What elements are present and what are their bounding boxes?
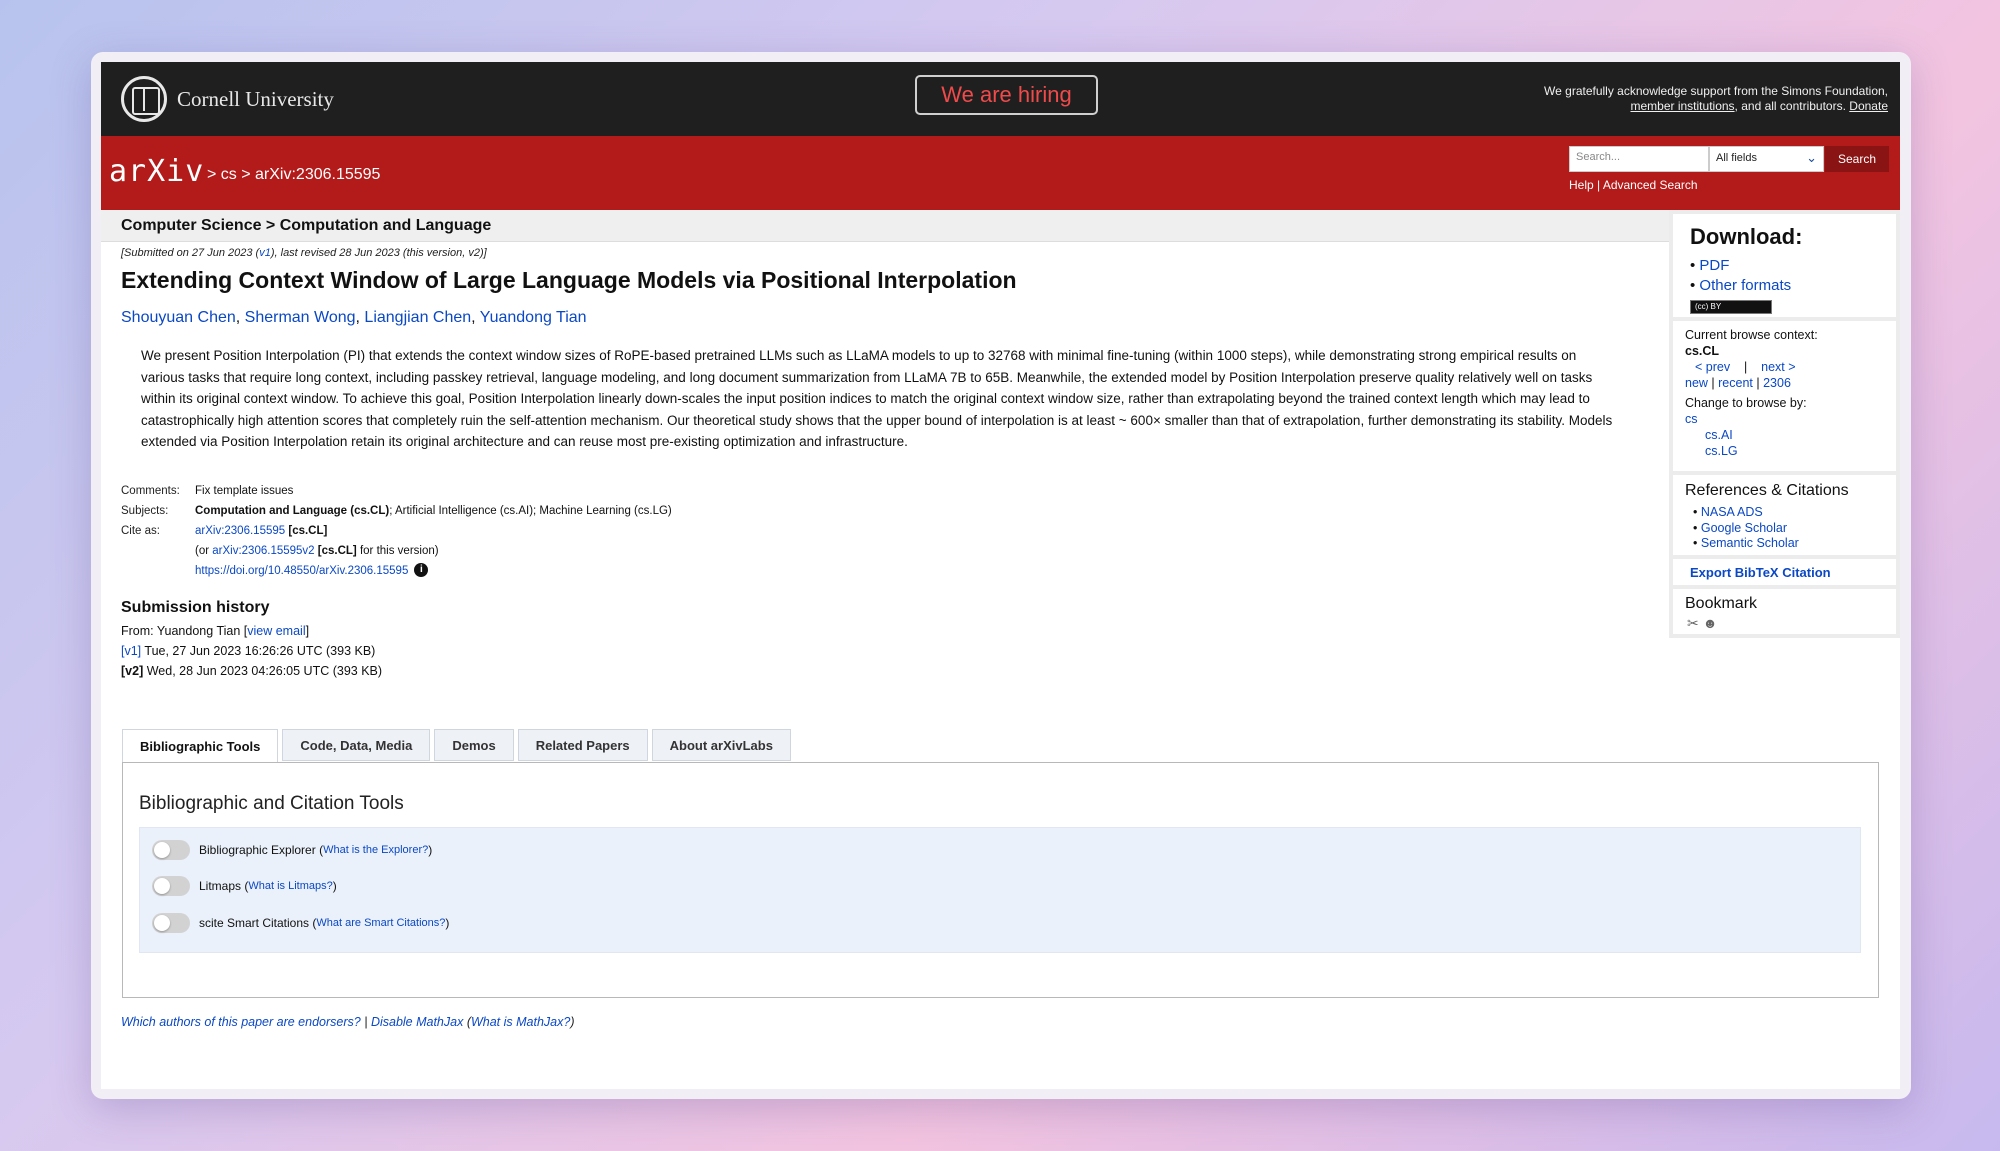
tab-panel: Bibliographic and Citation Tools Bibliog… <box>122 762 1879 998</box>
scite-toggle[interactable] <box>152 913 190 933</box>
what-is-mathjax-link[interactable]: What is MathJax? <box>471 1015 570 1029</box>
toggle-row-explorer: Bibliographic Explorer (What is the Expl… <box>152 840 432 860</box>
view-email-link[interactable]: view email <box>247 624 305 638</box>
browse-cs-lg-link[interactable]: cs.LG <box>1705 444 1738 458</box>
arxiv-logo[interactable]: arXiv <box>109 154 204 189</box>
search-links: Help | Advanced Search <box>1569 178 1698 192</box>
search-field-select[interactable]: All fields ⌄ <box>1709 146 1824 172</box>
new-link[interactable]: new <box>1685 376 1708 390</box>
export-bibtex-link[interactable]: Export BibTeX Citation <box>1690 565 1831 580</box>
comments-label: Comments: <box>121 484 180 497</box>
dateline-v1-link[interactable]: v1 <box>259 247 271 259</box>
cornell-seal-icon <box>121 76 167 122</box>
bibliographic-explorer-toggle[interactable] <box>152 840 190 860</box>
tab-about-arxivlabs[interactable]: About arXivLabs <box>651 729 791 761</box>
recent-link[interactable]: recent <box>1718 376 1753 390</box>
labs-tabs: Bibliographic Tools Code, Data, Media De… <box>122 729 791 763</box>
author-list: Shouyuan Chen, Sherman Wong, Liangjian C… <box>121 309 587 326</box>
author-link[interactable]: Sherman Wong <box>245 309 356 326</box>
what-is-litmaps-link[interactable]: What is Litmaps? <box>248 880 332 892</box>
pdf-link[interactable]: PDF <box>1699 257 1729 274</box>
references-title: References & Citations <box>1685 482 1849 499</box>
toggle-row-litmaps: Litmaps (What is Litmaps?) <box>152 876 337 896</box>
browse-cs-link[interactable]: cs <box>1685 412 1698 426</box>
search-button[interactable]: Search <box>1825 146 1889 172</box>
paper-title: Extending Context Window of Large Langua… <box>121 267 1017 293</box>
panel-title: Bibliographic and Citation Tools <box>139 793 404 814</box>
google-scholar-link[interactable]: Google Scholar <box>1701 521 1787 535</box>
bookmark-box: Bookmark ✂ ☻ <box>1673 589 1896 634</box>
comments-value: Fix template issues <box>195 484 294 497</box>
month-link[interactable]: 2306 <box>1763 376 1791 390</box>
endorsers-link[interactable]: Which authors of this paper are endorser… <box>121 1015 361 1029</box>
disable-mathjax-link[interactable]: Disable MathJax <box>371 1015 463 1029</box>
cite-v2-link[interactable]: arXiv:2306.15595v2 <box>212 545 314 557</box>
arxiv-header: arXiv > cs > arXiv:2306.15595 Search... … <box>101 136 1900 210</box>
donate-link[interactable]: Donate <box>1849 99 1888 113</box>
semantic-scholar-link[interactable]: Semantic Scholar <box>1701 536 1799 550</box>
advanced-search-link[interactable]: Advanced Search <box>1603 178 1698 192</box>
paper-main: [Submitted on 27 Jun 2023 (v1), last rev… <box>121 247 1651 681</box>
browse-context-box: Current browse context: cs.CL < prev | n… <box>1673 321 1896 471</box>
primary-subject: Computation and Language (cs.CL) <box>195 504 390 517</box>
nasa-ads-link[interactable]: NASA ADS <box>1701 505 1763 519</box>
next-link[interactable]: next > <box>1761 360 1795 374</box>
author-link[interactable]: Shouyuan Chen <box>121 309 236 326</box>
breadcrumb[interactable]: > cs > arXiv:2306.15595 <box>207 166 380 184</box>
acknowledgement: We gratefully acknowledge support from t… <box>1544 84 1888 113</box>
tab-code-data-media[interactable]: Code, Data, Media <box>282 729 431 761</box>
toggle-row-scite: scite Smart Citations (What are Smart Ci… <box>152 913 449 933</box>
top-bar: Cornell University We are hiring We grat… <box>101 62 1900 136</box>
version-v1-link[interactable]: [v1] <box>121 644 141 658</box>
doi-link[interactable]: https://doi.org/10.48550/arXiv.2306.1559… <box>195 565 408 577</box>
bookmark-title: Bookmark <box>1685 595 1758 612</box>
cornell-name: Cornell University <box>177 86 334 111</box>
what-is-explorer-link[interactable]: What is the Explorer? <box>323 844 428 856</box>
cite-label: Cite as: <box>121 524 160 537</box>
help-link[interactable]: Help <box>1569 178 1594 192</box>
litmaps-toggle[interactable] <box>152 876 190 896</box>
download-box: Download: PDF Other formats (cc) BY <box>1673 214 1896 317</box>
subjects-label: Subjects: <box>121 504 169 517</box>
cornell-logo[interactable]: Cornell University <box>121 76 334 122</box>
references-box: References & Citations NASA ADS Google S… <box>1673 475 1896 555</box>
tab-bibliographic-tools[interactable]: Bibliographic Tools <box>122 729 279 763</box>
info-icon[interactable]: i <box>414 563 429 578</box>
tab-related-papers[interactable]: Related Papers <box>517 729 648 761</box>
footer-links: Which authors of this paper are endorser… <box>121 1015 575 1029</box>
version-v2-tag: [v2] <box>121 663 144 678</box>
cite-id-link[interactable]: arXiv:2306.15595 <box>195 525 285 537</box>
sidebar: Download: PDF Other formats (cc) BY Curr… <box>1669 210 1900 638</box>
other-formats-link[interactable]: Other formats <box>1699 277 1791 294</box>
hiring-button[interactable]: We are hiring <box>915 75 1098 115</box>
cc-license-badge[interactable]: (cc) BY <box>1690 300 1772 314</box>
metadata-table: Comments: Fix template issues Subjects: Co… <box>121 481 1651 581</box>
abstract: We present Position Interpolation (PI) t… <box>141 348 1613 449</box>
author-link[interactable]: Yuandong Tian <box>480 309 587 326</box>
bibsonomy-icon[interactable]: ✂ <box>1687 615 1699 632</box>
arxiv-page: Cornell University We are hiring We grat… <box>101 62 1900 1089</box>
search-form: Search... All fields ⌄ Search <box>1569 146 1889 172</box>
what-are-smart-citations-link[interactable]: What are Smart Citations? <box>316 917 445 929</box>
context-value: cs.CL <box>1685 344 1720 358</box>
dateline: [Submitted on 27 Jun 2023 (v1), last rev… <box>121 247 487 259</box>
subject-breadcrumb[interactable]: Computer Science > Computation and Langu… <box>121 217 491 235</box>
download-title: Download: <box>1690 224 1803 249</box>
subject-bar: Computer Science > Computation and Langu… <box>101 210 1671 242</box>
bibtex-box: Export BibTeX Citation <box>1673 559 1896 585</box>
toggle-list: Bibliographic Explorer (What is the Expl… <box>139 827 1861 953</box>
tab-demos[interactable]: Demos <box>434 729 514 761</box>
prev-link[interactable]: < prev <box>1695 360 1730 374</box>
submission-history-title: Submission history <box>121 598 270 616</box>
search-input[interactable]: Search... <box>1569 146 1709 172</box>
author-link[interactable]: Liangjian Chen <box>364 309 471 326</box>
submission-history: From: Yuandong Tian [view email] [v1] Tu… <box>121 623 383 678</box>
chevron-down-icon: ⌄ <box>1806 150 1817 165</box>
other-subjects: ; Artificial Intelligence (cs.AI); Machi… <box>389 504 672 517</box>
reddit-icon[interactable]: ☻ <box>1703 615 1718 632</box>
member-institutions-link[interactable]: member institutions <box>1631 99 1735 113</box>
browse-cs-ai-link[interactable]: cs.AI <box>1705 428 1733 442</box>
